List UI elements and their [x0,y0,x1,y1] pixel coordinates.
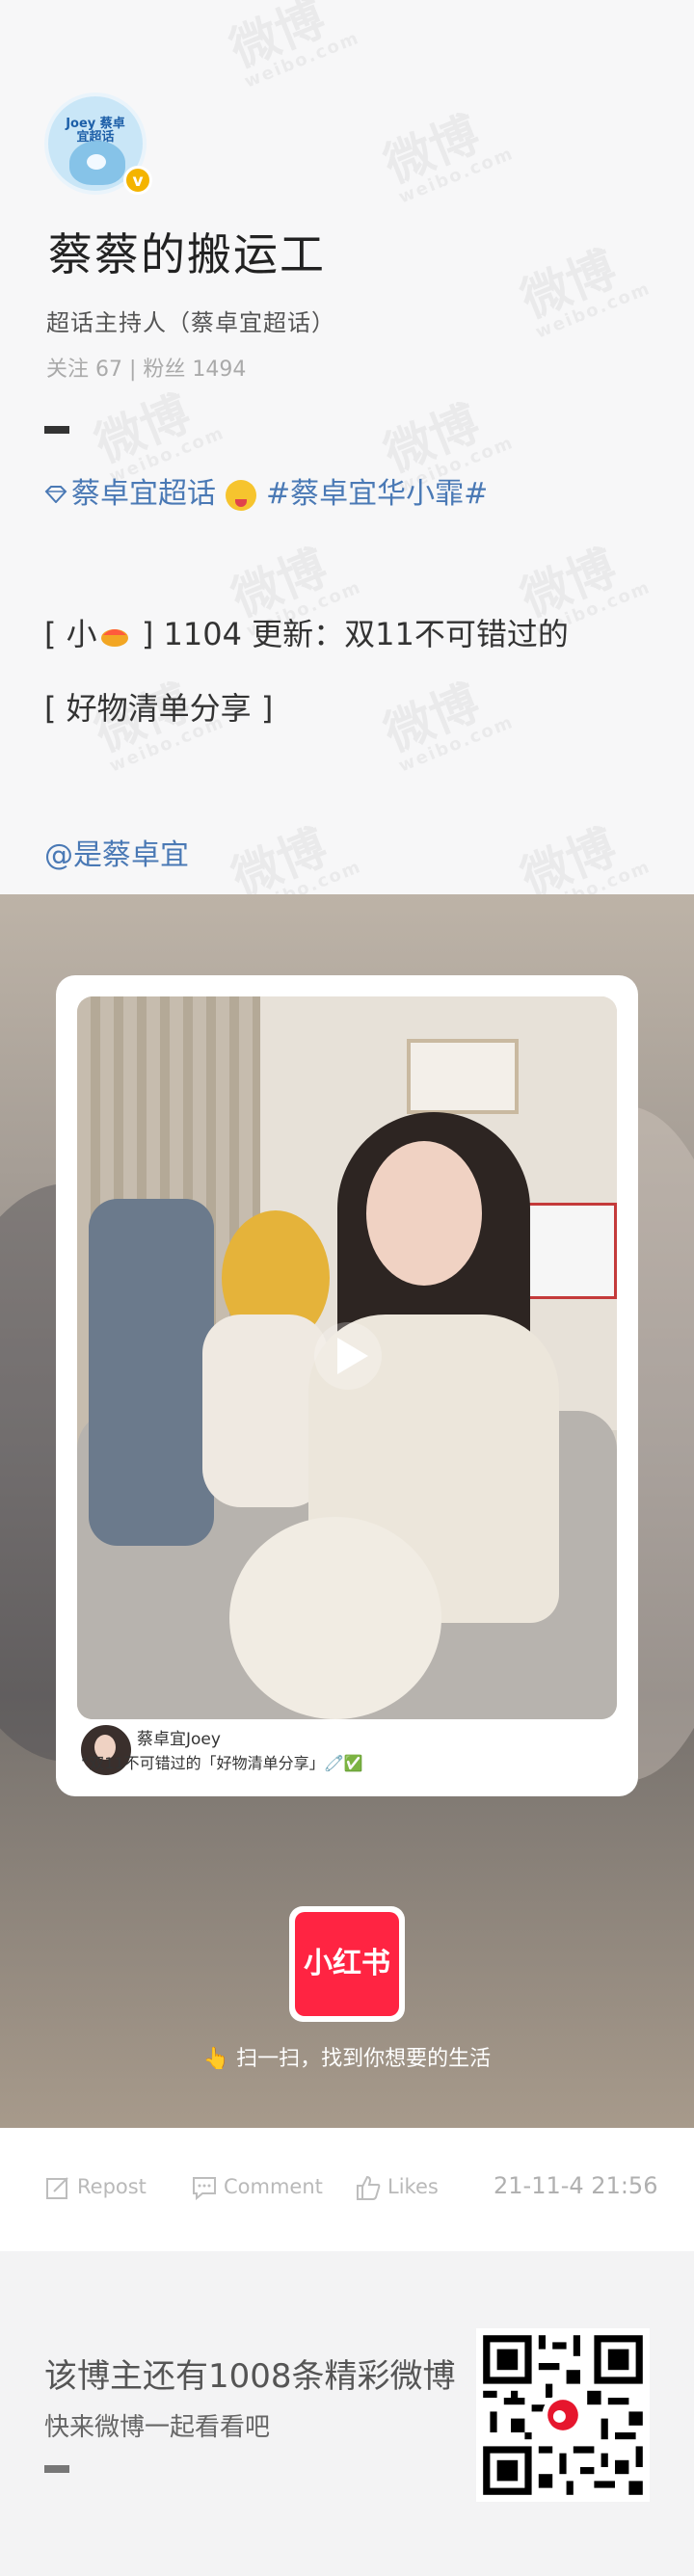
tongue-emoji-icon [226,479,256,511]
post-image[interactable]: 蔡卓宜Joey “双11不可错过的「好物清单分享」🧷✅ 小红书 👆 扫一扫，找到… [0,894,694,2128]
card-caption: “双11不可错过的「好物清单分享」🧷✅ [81,1754,363,1772]
likes-label: Likes [387,2175,439,2198]
qr-code-icon [476,2328,650,2502]
xiaohongshu-logo: 小红书 [289,1906,405,2022]
diamond-icon [44,486,67,503]
footer-promo: 该博主还有1008条精彩微博 快来微博一起看看吧 [0,2251,694,2576]
play-icon[interactable] [314,1322,382,1390]
watermark: 微博 weibo.com [376,674,518,777]
repost-label: Repost [77,2175,147,2198]
action-bar: Repost Comment Likes 21-11-4 21:56 [0,2128,694,2251]
qr-code[interactable] [476,2328,650,2502]
thumbs-up-icon [357,2175,381,2200]
toy-figure [89,1199,214,1546]
card-username: 蔡卓宜Joey [137,1730,221,1749]
verified-badge-icon: v [123,166,152,195]
profile-role: 超话主持人（蔡卓宜超话） [46,309,335,336]
xiaohongshu-share-card[interactable]: 蔡卓宜Joey “双11不可错过的「好物清单分享」🧷✅ [56,975,638,1796]
xiaohongshu-book-icon [100,629,128,647]
post-timestamp: 21-11-4 21:56 [494,2172,658,2199]
plush-toy [229,1517,441,1719]
topic-tags: 蔡卓宜超话 #蔡卓宜华小霏# [44,469,488,512]
post-line-1-prefix: [ 小 [44,616,97,652]
watermark: 微博 weibo.com [222,0,363,93]
profile-name[interactable]: 蔡蔡的搬运工 [48,220,326,283]
post-line-1: [ 小 ] 1104 更新：双11不可错过的 [44,610,569,654]
wall-frame [407,1039,519,1114]
comment-label: Comment [224,2175,323,2198]
scan-prompt: 👆 扫一扫，找到你想要的生活 [202,2047,492,2071]
video-thumbnail[interactable] [77,996,617,1719]
comment-button[interactable]: Comment [191,2174,323,2201]
post-line-2: [ 好物清单分享 ] [44,690,274,727]
watermark: 微博 weibo.com [376,105,518,208]
comment-icon [193,2177,216,2201]
avatar-mascot [69,141,125,185]
repost-button[interactable]: Repost [44,2174,147,2201]
profile-stats[interactable]: 关注 67 | 粉丝 1494 [46,352,246,383]
hashtag-link[interactable]: #蔡卓宜华小霏# [266,477,488,511]
footer-subtitle: 快来微博一起看看吧 [44,2413,271,2442]
divider [44,426,69,434]
watermark: 微博 weibo.com [513,240,654,343]
supertopic-link[interactable]: 蔡卓宜超话 [71,477,216,511]
repost-icon [46,2177,68,2199]
person-face [366,1141,482,1286]
mention-link[interactable]: @是蔡卓宜 [44,831,189,873]
like-button[interactable]: Likes [355,2174,439,2201]
footer-title: 该博主还有1008条精彩微博 [44,2357,456,2396]
xiaohongshu-logo-text: 小红书 [295,1912,399,2016]
divider [44,2465,69,2473]
post-line-1-suffix: ] 1104 更新：双11不可错过的 [131,616,569,652]
